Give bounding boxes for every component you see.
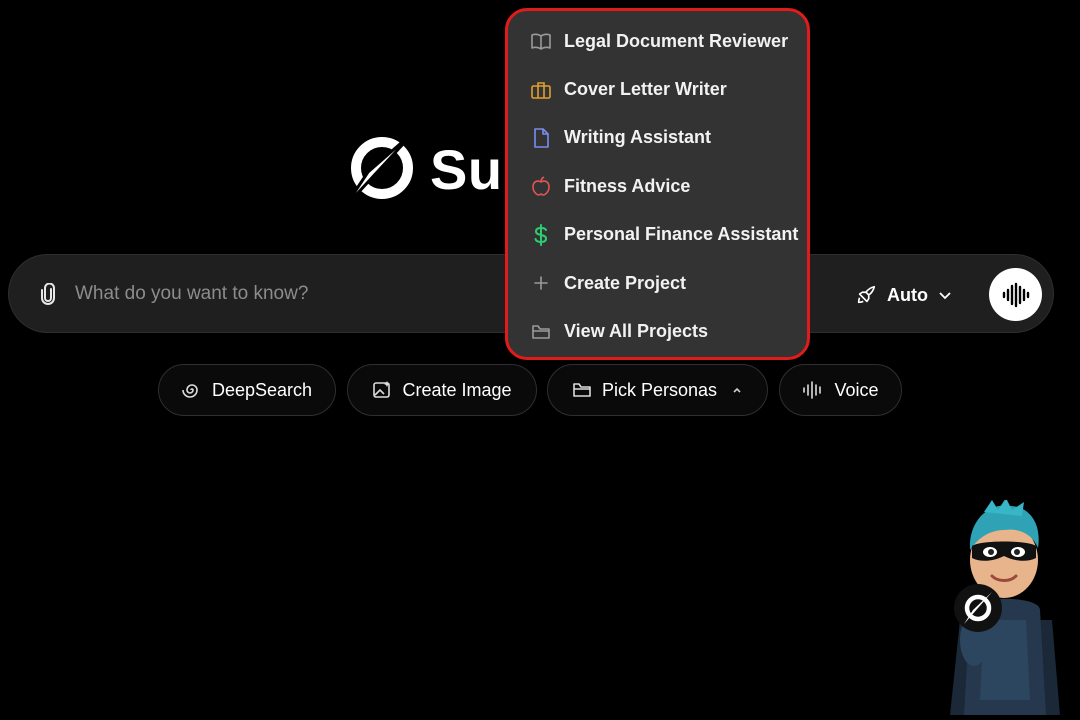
deepsearch-label: DeepSearch: [211, 379, 313, 400]
waveform-icon: [803, 381, 822, 399]
model-selector[interactable]: Auto: [855, 279, 952, 311]
brand-name: Su: [430, 137, 503, 201]
create-image-label: Create Image: [402, 379, 512, 400]
deepsearch-button[interactable]: DeepSearch: [158, 364, 336, 416]
menu-item-writing-assistant[interactable]: Writing Assistant: [508, 114, 807, 162]
voice-mode-button[interactable]: [989, 268, 1042, 321]
menu-item-label: Legal Document Reviewer: [564, 30, 789, 51]
menu-item-cover-letter-writer[interactable]: Cover Letter Writer: [508, 65, 807, 113]
menu-item-label: Create Project: [564, 272, 687, 293]
image-sparkle-icon: [373, 381, 391, 398]
brand-logo: Su: [340, 128, 503, 210]
folder-icon: [530, 321, 552, 343]
pick-personas-label: Pick Personas: [601, 379, 718, 400]
dollar-icon: [530, 223, 552, 246]
menu-item-personal-finance-assistant[interactable]: Personal Finance Assistant: [508, 211, 807, 259]
menu-item-create-project[interactable]: Create Project: [508, 259, 807, 307]
voice-button[interactable]: Voice: [779, 364, 902, 416]
menu-item-label: Cover Letter Writer: [564, 79, 727, 100]
mascot-avatar: [950, 500, 1060, 715]
paperclip-icon: [41, 283, 55, 305]
menu-item-label: Personal Finance Assistant: [564, 224, 799, 245]
attach-button[interactable]: [35, 281, 61, 307]
menu-item-legal-document-reviewer[interactable]: Legal Document Reviewer: [508, 17, 807, 65]
menu-item-fitness-advice[interactable]: Fitness Advice: [508, 162, 807, 210]
personas-dropdown: Legal Document Reviewer Cover Letter Wri…: [505, 8, 810, 360]
apple-icon: [530, 175, 552, 197]
menu-item-label: Writing Assistant: [564, 127, 712, 148]
menu-item-view-all-projects[interactable]: View All Projects: [508, 307, 807, 355]
create-image-button[interactable]: Create Image: [347, 364, 537, 416]
chevron-up-icon: [733, 387, 741, 393]
menu-item-label: Fitness Advice: [564, 175, 691, 196]
logo-icon: [342, 128, 418, 210]
waveform-icon: [1002, 282, 1029, 307]
plus-icon: [530, 272, 552, 294]
pick-personas-button[interactable]: Pick Personas: [547, 364, 768, 416]
menu-item-label: View All Projects: [564, 321, 709, 342]
swirl-icon: [182, 384, 198, 398]
chevron-down-icon: [939, 292, 951, 300]
search-input[interactable]: [75, 273, 495, 315]
folder-icon: [573, 383, 591, 397]
voice-label: Voice: [834, 379, 879, 400]
document-icon: [530, 127, 552, 149]
briefcase-icon: [530, 79, 552, 101]
model-label: Auto: [887, 284, 928, 305]
book-icon: [530, 30, 552, 52]
rocket-icon: [857, 285, 876, 304]
